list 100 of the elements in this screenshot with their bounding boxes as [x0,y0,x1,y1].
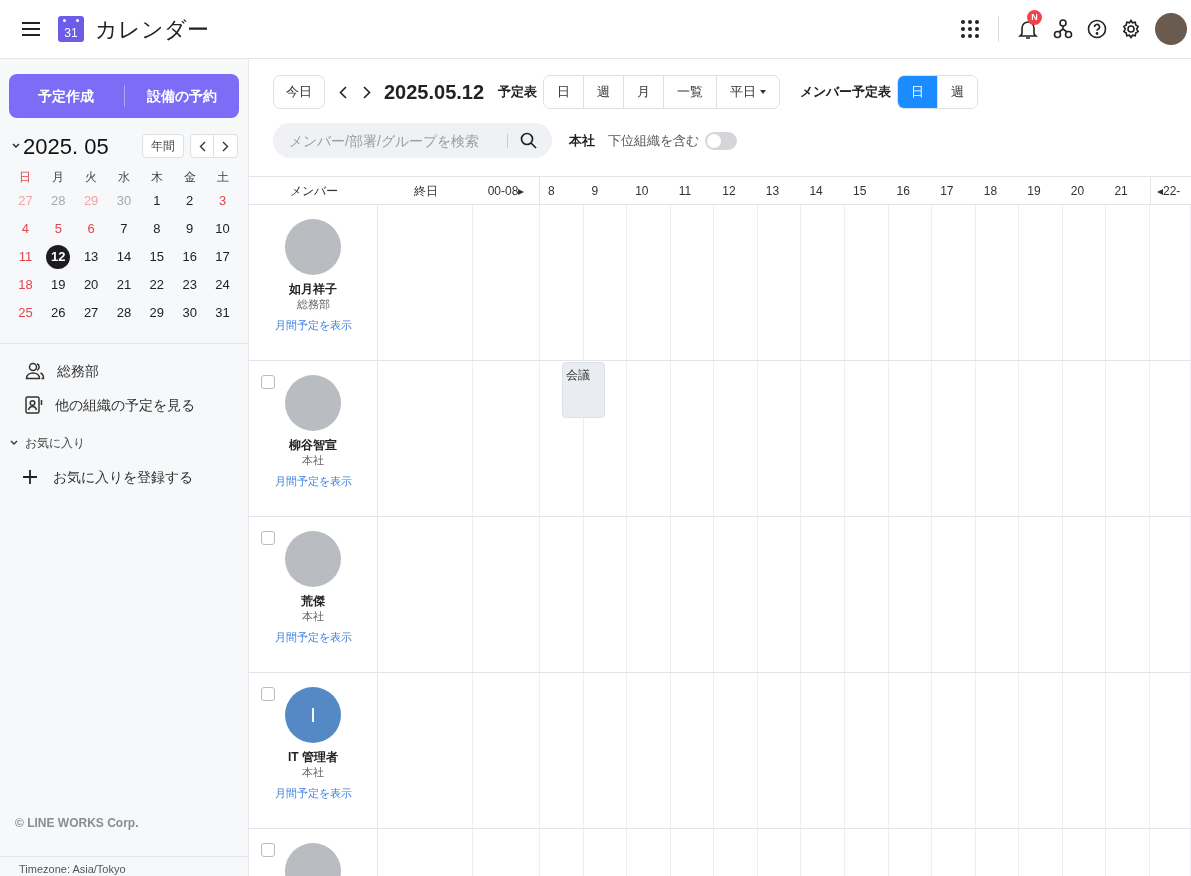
member-view-label: メンバー予定表 [800,83,892,102]
schedule-view-label: 予定表 [498,83,538,102]
plus-icon[interactable] [22,469,38,485]
month-label: 2025. 05 [23,132,109,161]
view-tab[interactable]: 週 [937,76,978,108]
create-event-button[interactable]: 予定作成 [9,74,124,118]
member-checkbox[interactable] [261,843,275,857]
add-favorite-link[interactable]: お気に入りを登録する [53,466,193,488]
monthly-schedule-link[interactable]: 月間予定を表示 [274,786,352,801]
org-chart-icon[interactable] [1053,19,1073,39]
weekday-label: 月 [51,169,66,186]
calendar-day[interactable]: 19 [46,273,71,297]
column-header: 19 [1027,182,1041,200]
calendar-day[interactable]: 28 [112,301,136,325]
calendar-day[interactable]: 12 [46,245,71,269]
calendar-day[interactable]: 9 [177,217,202,241]
apps-grid-icon[interactable] [960,19,980,39]
current-date: 2025.05.12 [384,80,485,105]
calendar-day[interactable]: 21 [112,273,136,297]
sidebar-link[interactable]: 他の組織の予定を見る [55,394,195,416]
user-avatar[interactable] [1155,13,1187,45]
initial-avatar: I [285,687,341,743]
include-suborg-label: 下位組織を含む [608,131,699,150]
calendar-day[interactable]: 30 [177,301,202,325]
year-view-button[interactable]: 年間 [142,134,184,158]
member-name: 荒傑 [301,593,325,609]
calendar-day[interactable]: 24 [210,273,235,297]
app-title: カレンダー [95,15,209,44]
column-header: 11 [678,182,692,200]
calendar-day[interactable]: 13 [79,245,104,269]
calendar-day[interactable]: 20 [79,273,104,297]
include-suborg-toggle[interactable] [705,131,737,150]
column-header: 00-08▸ [487,182,525,200]
calendar-day[interactable]: 17 [210,245,235,269]
calendar-day[interactable]: 2 [177,189,202,213]
calendar-day[interactable]: 26 [46,301,71,325]
calendar-day[interactable]: 8 [144,217,169,241]
help-icon[interactable] [1087,19,1107,39]
monthly-schedule-link[interactable]: 月間予定を表示 [274,474,352,489]
menu-icon[interactable] [21,21,41,37]
photo-placeholder [285,219,341,275]
calendar-day[interactable]: 10 [210,217,235,241]
member-checkbox[interactable] [261,531,275,545]
column-header: 17 [940,182,954,200]
member-name: 如月祥子 [289,281,337,297]
event-block[interactable]: 会議 [561,362,606,418]
member-department: 総務部 [296,297,330,312]
chevron-down-icon[interactable] [10,440,18,446]
calendar-day[interactable]: 6 [79,217,104,241]
chevron-down-icon[interactable] [12,143,20,149]
column-header: 18 [983,182,998,200]
weekday-label: 水 [117,169,131,186]
column-header: 12 [722,182,736,200]
column-header: 16 [896,182,910,200]
calendar-logo: 31 [58,16,84,42]
favorites-heading[interactable]: お気に入り [25,434,85,452]
calendar-day[interactable]: 11 [13,245,38,269]
today-button[interactable]: 今日 [273,75,325,109]
notification-badge: N [1027,10,1042,25]
search-icon[interactable] [520,132,537,149]
copyright-text: © LINE WORKS Corp. [14,815,140,832]
calendar-day[interactable]: 29 [144,301,169,325]
contact-card-icon [25,396,43,414]
reserve-facility-button[interactable]: 設備の予約 [124,74,239,118]
monthly-schedule-link[interactable]: 月間予定を表示 [274,630,352,645]
weekday-label: 金 [182,169,197,186]
calendar-day[interactable]: 5 [46,217,71,241]
calendar-day[interactable]: 22 [144,273,169,297]
calendar-day[interactable]: 4 [13,217,38,241]
member-checkbox[interactable] [261,375,275,389]
calendar-day[interactable]: 31 [210,301,235,325]
column-header: 15 [853,182,867,200]
calendar-day[interactable]: 7 [112,217,136,241]
calendar-day[interactable]: 25 [13,301,38,325]
weekday-label: 火 [84,169,99,186]
bell-icon[interactable] [1017,18,1039,40]
sidebar-link[interactable]: 総務部 [57,360,99,382]
calendar-day[interactable]: 16 [177,245,202,269]
column-header: 終日 [413,182,438,200]
previous-day-icon[interactable] [339,85,347,99]
view-tab[interactable]: 平日 [716,76,780,108]
member-checkbox[interactable] [261,687,275,701]
settings-icon[interactable] [1121,19,1141,39]
column-header: 9 [591,182,599,200]
calendar-day[interactable]: 1 [144,189,169,213]
people-icon [25,362,45,380]
member-name: IT 管理者 [288,749,338,765]
monthly-schedule-link[interactable]: 月間予定を表示 [274,318,352,333]
calendar-day[interactable]: 14 [112,245,136,269]
column-header: ◂22- [1157,182,1181,200]
search-field[interactable]: メンバー/部署/グループを検索 [273,123,552,158]
calendar-day[interactable]: 15 [144,245,169,269]
column-header: 10 [635,182,649,200]
next-day-icon[interactable] [363,85,371,99]
calendar-day[interactable]: 23 [177,273,202,297]
calendar-day[interactable]: 18 [13,273,38,297]
calendar-day[interactable]: 27 [79,301,104,325]
calendar-day[interactable]: 3 [210,189,235,213]
column-header: 13 [765,182,780,200]
chevron-left-icon [198,140,206,152]
